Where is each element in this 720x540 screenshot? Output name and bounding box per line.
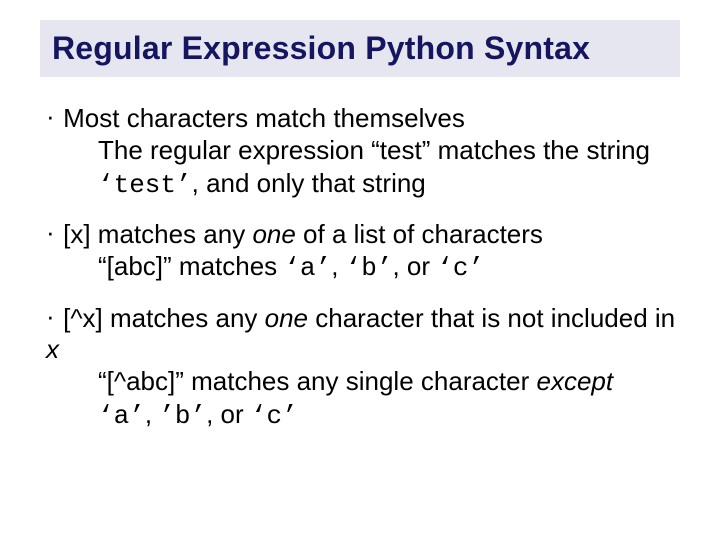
bullet-2-head-pre: [x] matches any (63, 219, 252, 249)
code-test: ‘test’ (98, 170, 192, 200)
bullet-1-sub-post: , and only that string (192, 168, 426, 198)
slide-title: Regular Expression Python Syntax (52, 30, 668, 67)
bullet-1-sub-pre: The regular expression “test” matches th… (98, 135, 650, 165)
bullet-2: · [x] matches any one of a list of chara… (46, 219, 680, 285)
title-bar: Regular Expression Python Syntax (40, 20, 680, 77)
sep: , (145, 399, 159, 429)
code-c: ‘c’ (437, 253, 484, 283)
bullet-1-sub: The regular expression “test” matches th… (98, 134, 680, 201)
bullet-marker: · (46, 219, 55, 245)
slide: Regular Expression Python Syntax · Most … (0, 0, 720, 540)
bullet-2-sub-pre: “[abc]” matches (98, 251, 284, 281)
bullet-2-head-post: of a list of characters (296, 219, 543, 249)
bullet-marker: · (46, 303, 55, 329)
bullet-3-sub-pre: “[^abc]” matches any single character (98, 366, 537, 396)
em-one: one (265, 303, 308, 333)
bullet-3-head: [^x] matches any one character that is n… (46, 303, 675, 364)
code-a: ‘a’ (98, 401, 145, 431)
bullet-2-head: [x] matches any one of a list of charact… (63, 219, 543, 249)
em-x: x (46, 334, 59, 364)
em-one: one (252, 219, 295, 249)
code-b: ’b’ (159, 401, 206, 431)
sep: , (331, 251, 345, 281)
bullet-list: · Most characters match themselves The r… (40, 103, 680, 432)
bullet-3: · [^x] matches any one character that is… (46, 303, 680, 432)
code-a: ‘a’ (284, 253, 331, 283)
bullet-3-head-post1: character that is not included in (308, 303, 675, 333)
bullet-2-sub: “[abc]” matches ‘a’, ‘b’, or ‘c’ (98, 250, 680, 285)
sep-or: , or (392, 251, 437, 281)
em-except: except (537, 366, 614, 396)
bullet-1: · Most characters match themselves The r… (46, 103, 680, 201)
bullet-1-head: Most characters match themselves (63, 103, 465, 133)
bullet-3-sub: “[^abc]” matches any single character ex… (98, 365, 680, 432)
bullet-3-head-pre: [^x] matches any (63, 303, 265, 333)
bullet-marker: · (46, 103, 55, 129)
code-b: ‘b’ (346, 253, 393, 283)
code-c: ‘c’ (251, 401, 298, 431)
sep-or: , or (206, 399, 251, 429)
